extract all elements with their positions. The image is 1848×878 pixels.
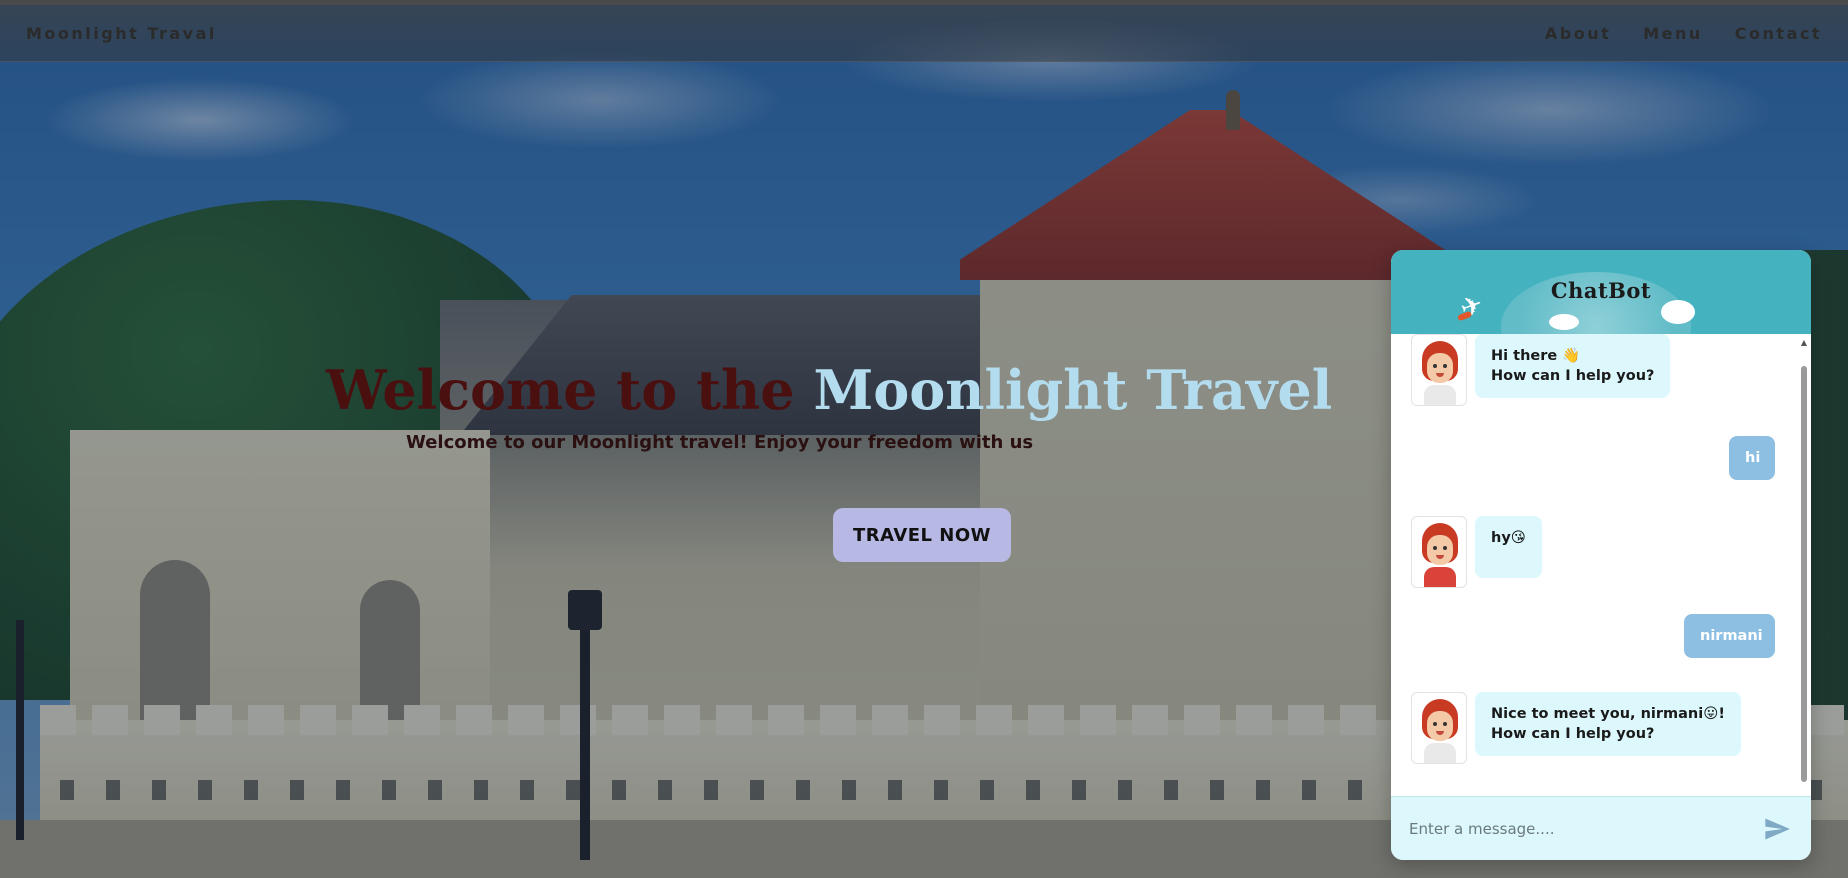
header-cloud bbox=[1549, 314, 1579, 330]
chat-title: ChatBot bbox=[1550, 278, 1652, 303]
chat-footer bbox=[1391, 796, 1811, 860]
chatbot-window: ✈ ChatBot Hi there 👋 How can I help you?… bbox=[1391, 250, 1811, 860]
nav-link-menu[interactable]: Menu bbox=[1643, 24, 1703, 43]
chat-scrollbar[interactable]: ▲ bbox=[1799, 338, 1809, 796]
send-icon[interactable] bbox=[1763, 815, 1791, 843]
bot-message: Hi there 👋 How can I help you? bbox=[1475, 334, 1671, 398]
chat-header: ✈ ChatBot bbox=[1391, 250, 1811, 334]
bot-message: hy😘 bbox=[1475, 516, 1542, 578]
chat-messages[interactable]: Hi there 👋 How can I help you? hi hy😘 ni… bbox=[1391, 334, 1811, 796]
hero-subtitle: Welcome to our Moonlight travel! Enjoy y… bbox=[406, 432, 1034, 453]
bot-avatar bbox=[1411, 692, 1467, 764]
hero-title: Welcome to the Moonlight Travel bbox=[326, 356, 1332, 424]
brand-logo[interactable]: Moonlight Traval bbox=[26, 24, 217, 43]
bot-message: Nice to meet you, nirmani😛! How can I he… bbox=[1475, 692, 1741, 756]
header-cloud bbox=[1661, 300, 1695, 324]
bot-avatar bbox=[1411, 334, 1467, 406]
bot-avatar bbox=[1411, 516, 1467, 588]
user-message: hi bbox=[1729, 436, 1775, 480]
nav-links: About Menu Contact bbox=[1545, 24, 1822, 43]
hero-title-part1: Welcome to the bbox=[326, 358, 814, 422]
user-message: nirmani bbox=[1684, 614, 1775, 658]
navbar: Moonlight Traval About Menu Contact bbox=[0, 0, 1848, 62]
chat-message-input[interactable] bbox=[1409, 813, 1739, 845]
nav-link-contact[interactable]: Contact bbox=[1735, 24, 1822, 43]
scroll-up-arrow-icon[interactable]: ▲ bbox=[1799, 338, 1809, 348]
hero-title-part2: Moonlight Travel bbox=[813, 358, 1333, 422]
nav-link-about[interactable]: About bbox=[1545, 24, 1611, 43]
travel-now-button[interactable]: TRAVEL NOW bbox=[833, 508, 1011, 562]
scroll-thumb[interactable] bbox=[1801, 366, 1807, 782]
